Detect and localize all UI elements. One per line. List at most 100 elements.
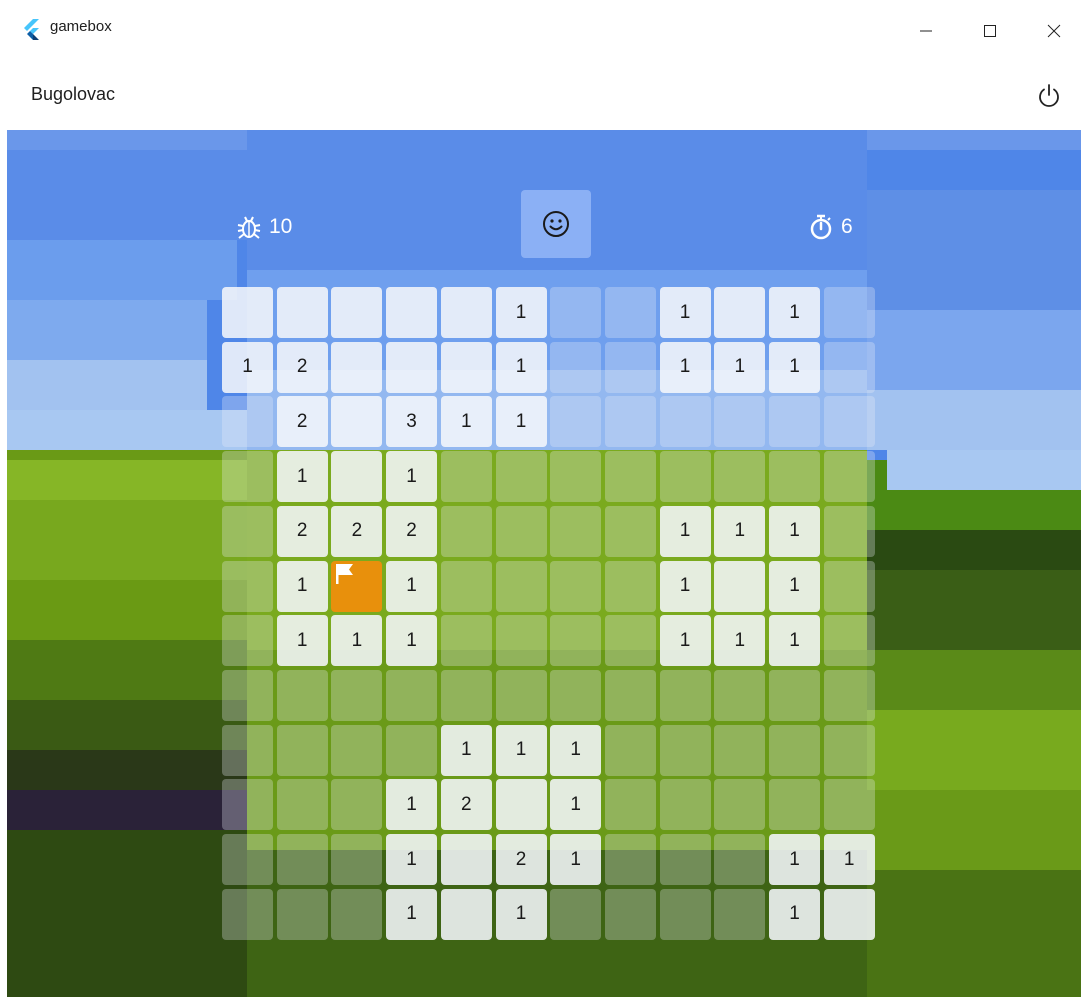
- cell-revealed[interactable]: 2: [386, 505, 438, 557]
- cell-hidden[interactable]: [659, 669, 711, 721]
- cell-revealed[interactable]: 1: [386, 451, 438, 503]
- cell-hidden[interactable]: [550, 341, 602, 393]
- cell-hidden[interactable]: [222, 724, 273, 776]
- cell-hidden[interactable]: [823, 341, 875, 393]
- cell-hidden[interactable]: [331, 669, 383, 721]
- cell-hidden[interactable]: [659, 724, 711, 776]
- cell-revealed[interactable]: 1: [386, 834, 438, 885]
- cell-revealed[interactable]: 1: [495, 396, 547, 448]
- cell-hidden[interactable]: [386, 724, 438, 776]
- cell-hidden[interactable]: [550, 396, 602, 448]
- cell-revealed[interactable]: 1: [769, 888, 820, 940]
- cell-revealed[interactable]: 1: [495, 888, 547, 940]
- cell-revealed[interactable]: 1: [550, 779, 602, 831]
- cell-hidden[interactable]: [550, 287, 602, 338]
- cell-hidden[interactable]: [823, 779, 875, 831]
- cell-hidden[interactable]: [769, 396, 820, 448]
- cell-revealed[interactable]: 2: [276, 396, 328, 448]
- cell-hidden[interactable]: [714, 888, 766, 940]
- cell-hidden[interactable]: [823, 287, 875, 338]
- cell-hidden[interactable]: [769, 779, 820, 831]
- cell-revealed[interactable]: 1: [823, 834, 875, 885]
- cell-hidden[interactable]: [659, 779, 711, 831]
- cell-hidden[interactable]: [714, 834, 766, 885]
- cell-revealed[interactable]: 1: [659, 615, 711, 667]
- cell-hidden[interactable]: [440, 505, 492, 557]
- cell-hidden[interactable]: [823, 724, 875, 776]
- cell-revealed[interactable]: [331, 341, 383, 393]
- cell-revealed[interactable]: 1: [495, 724, 547, 776]
- cell-hidden[interactable]: [604, 834, 656, 885]
- cell-hidden[interactable]: [222, 888, 273, 940]
- cell-hidden[interactable]: [331, 779, 383, 831]
- cell-hidden[interactable]: [769, 669, 820, 721]
- cell-hidden[interactable]: [714, 724, 766, 776]
- cell-revealed[interactable]: 1: [769, 287, 820, 338]
- cell-hidden[interactable]: [222, 834, 273, 885]
- cell-hidden[interactable]: [550, 888, 602, 940]
- cell-hidden[interactable]: [604, 396, 656, 448]
- cell-hidden[interactable]: [222, 396, 273, 448]
- cell-hidden[interactable]: [222, 615, 273, 667]
- cell-revealed[interactable]: 1: [331, 615, 383, 667]
- cell-revealed[interactable]: 1: [386, 560, 438, 612]
- cell-hidden[interactable]: [604, 341, 656, 393]
- cell-hidden[interactable]: [222, 505, 273, 557]
- cell-hidden[interactable]: [550, 451, 602, 503]
- cell-hidden[interactable]: [659, 888, 711, 940]
- cell-revealed[interactable]: [495, 779, 547, 831]
- cell-revealed[interactable]: 1: [386, 779, 438, 831]
- cell-hidden[interactable]: [222, 779, 273, 831]
- cell-revealed[interactable]: 1: [222, 341, 273, 393]
- cell-hidden[interactable]: [823, 396, 875, 448]
- cell-revealed[interactable]: [714, 560, 766, 612]
- cell-hidden[interactable]: [659, 396, 711, 448]
- cell-hidden[interactable]: [222, 451, 273, 503]
- cell-hidden[interactable]: [550, 615, 602, 667]
- cell-revealed[interactable]: [386, 287, 438, 338]
- cell-revealed[interactable]: [440, 888, 492, 940]
- cell-revealed[interactable]: 1: [659, 560, 711, 612]
- cell-hidden[interactable]: [495, 505, 547, 557]
- cell-revealed[interactable]: [331, 287, 383, 338]
- cell-hidden[interactable]: [276, 779, 328, 831]
- cell-hidden[interactable]: [222, 669, 273, 721]
- cell-hidden[interactable]: [331, 724, 383, 776]
- cell-revealed[interactable]: [714, 287, 766, 338]
- cell-revealed[interactable]: 1: [495, 287, 547, 338]
- cell-revealed[interactable]: 2: [276, 505, 328, 557]
- title-bar[interactable]: gamebox: [7, 0, 1081, 62]
- cell-hidden[interactable]: [604, 505, 656, 557]
- cell-revealed[interactable]: [331, 396, 383, 448]
- cell-revealed[interactable]: [440, 834, 492, 885]
- cell-hidden[interactable]: [714, 451, 766, 503]
- cell-revealed[interactable]: 1: [659, 505, 711, 557]
- cell-hidden[interactable]: [222, 560, 273, 612]
- cell-hidden[interactable]: [714, 779, 766, 831]
- cell-hidden[interactable]: [331, 834, 383, 885]
- cell-hidden[interactable]: [769, 724, 820, 776]
- cell-hidden[interactable]: [823, 615, 875, 667]
- cell-revealed[interactable]: 1: [659, 287, 711, 338]
- cell-hidden[interactable]: [276, 669, 328, 721]
- cell-hidden[interactable]: [823, 560, 875, 612]
- cell-hidden[interactable]: [659, 451, 711, 503]
- cell-revealed[interactable]: 1: [769, 341, 820, 393]
- cell-revealed[interactable]: 1: [769, 834, 820, 885]
- cell-revealed[interactable]: 1: [659, 341, 711, 393]
- cell-hidden[interactable]: [714, 669, 766, 721]
- cell-revealed[interactable]: 1: [714, 615, 766, 667]
- cell-revealed[interactable]: [823, 888, 875, 940]
- cell-hidden[interactable]: [604, 287, 656, 338]
- cell-revealed[interactable]: [386, 341, 438, 393]
- cell-hidden[interactable]: [823, 505, 875, 557]
- cell-hidden[interactable]: [276, 888, 328, 940]
- cell-revealed[interactable]: 1: [769, 615, 820, 667]
- cell-hidden[interactable]: [604, 779, 656, 831]
- cell-revealed[interactable]: 3: [386, 396, 438, 448]
- cell-hidden[interactable]: [276, 724, 328, 776]
- cell-revealed[interactable]: 1: [440, 724, 492, 776]
- cell-hidden[interactable]: [495, 615, 547, 667]
- maximize-button[interactable]: [959, 0, 1021, 62]
- cell-revealed[interactable]: 1: [276, 615, 328, 667]
